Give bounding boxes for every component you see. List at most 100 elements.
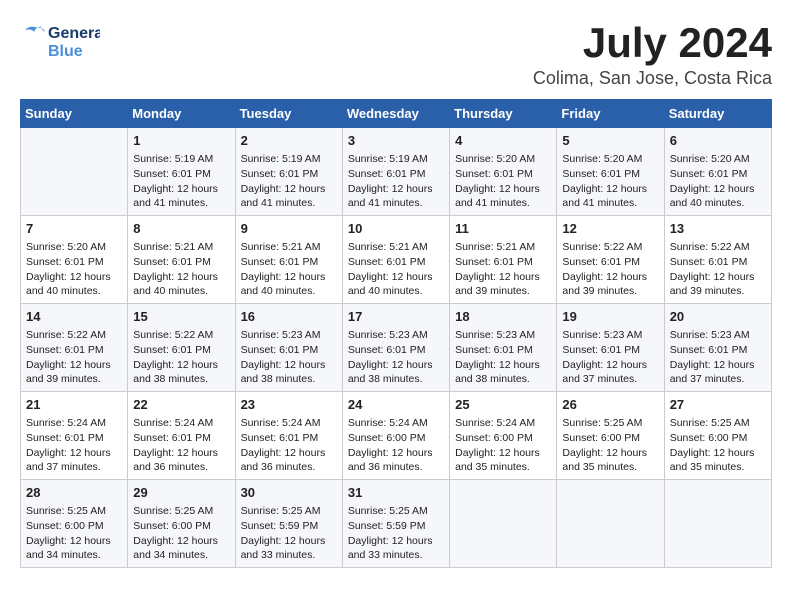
calendar-cell: 29Sunrise: 5:25 AMSunset: 6:00 PMDayligh… <box>128 479 235 567</box>
day-info: Daylight: 12 hours <box>133 358 229 373</box>
day-info: Sunrise: 5:23 AM <box>348 328 444 343</box>
day-info: Daylight: 12 hours <box>455 182 551 197</box>
week-row-3: 14Sunrise: 5:22 AMSunset: 6:01 PMDayligh… <box>21 304 772 392</box>
week-row-2: 7Sunrise: 5:20 AMSunset: 6:01 PMDaylight… <box>21 216 772 304</box>
day-number: 25 <box>455 396 551 414</box>
day-number: 10 <box>348 220 444 238</box>
day-number: 6 <box>670 132 766 150</box>
day-number: 31 <box>348 484 444 502</box>
day-number: 27 <box>670 396 766 414</box>
day-info: Daylight: 12 hours <box>26 446 122 461</box>
day-info: and 41 minutes. <box>348 196 444 211</box>
calendar-cell: 15Sunrise: 5:22 AMSunset: 6:01 PMDayligh… <box>128 304 235 392</box>
day-info: Daylight: 12 hours <box>455 270 551 285</box>
day-info: Sunrise: 5:20 AM <box>562 152 658 167</box>
day-info: Sunrise: 5:25 AM <box>670 416 766 431</box>
day-number: 11 <box>455 220 551 238</box>
day-info: Sunset: 6:01 PM <box>670 343 766 358</box>
calendar-cell: 9Sunrise: 5:21 AMSunset: 6:01 PMDaylight… <box>235 216 342 304</box>
calendar-cell: 20Sunrise: 5:23 AMSunset: 6:01 PMDayligh… <box>664 304 771 392</box>
title-block: July 2024 Colima, San Jose, Costa Rica <box>533 20 772 89</box>
day-info: Sunrise: 5:22 AM <box>133 328 229 343</box>
column-header-thursday: Thursday <box>450 100 557 128</box>
day-info: Daylight: 12 hours <box>562 446 658 461</box>
calendar-cell: 18Sunrise: 5:23 AMSunset: 6:01 PMDayligh… <box>450 304 557 392</box>
calendar-cell <box>664 479 771 567</box>
day-info: Sunrise: 5:24 AM <box>241 416 337 431</box>
day-number: 17 <box>348 308 444 326</box>
logo-svg: GeneralBlue <box>20 20 100 62</box>
day-info: Sunset: 5:59 PM <box>241 519 337 534</box>
day-info: and 36 minutes. <box>241 460 337 475</box>
day-info: and 39 minutes. <box>455 284 551 299</box>
day-info: Sunset: 6:01 PM <box>26 343 122 358</box>
calendar-cell: 26Sunrise: 5:25 AMSunset: 6:00 PMDayligh… <box>557 392 664 480</box>
day-number: 2 <box>241 132 337 150</box>
day-info: Sunset: 6:01 PM <box>348 167 444 182</box>
day-info: Sunset: 6:01 PM <box>670 255 766 270</box>
calendar-cell: 6Sunrise: 5:20 AMSunset: 6:01 PMDaylight… <box>664 128 771 216</box>
calendar-cell: 12Sunrise: 5:22 AMSunset: 6:01 PMDayligh… <box>557 216 664 304</box>
calendar-cell: 5Sunrise: 5:20 AMSunset: 6:01 PMDaylight… <box>557 128 664 216</box>
day-info: and 34 minutes. <box>133 548 229 563</box>
day-info: and 34 minutes. <box>26 548 122 563</box>
day-info: Daylight: 12 hours <box>348 446 444 461</box>
day-info: and 40 minutes. <box>241 284 337 299</box>
calendar-cell: 28Sunrise: 5:25 AMSunset: 6:00 PMDayligh… <box>21 479 128 567</box>
day-info: Sunrise: 5:19 AM <box>348 152 444 167</box>
day-info: Daylight: 12 hours <box>241 446 337 461</box>
day-info: Sunrise: 5:23 AM <box>241 328 337 343</box>
day-number: 9 <box>241 220 337 238</box>
day-number: 13 <box>670 220 766 238</box>
day-info: and 40 minutes. <box>26 284 122 299</box>
svg-text:Blue: Blue <box>48 43 83 60</box>
week-row-4: 21Sunrise: 5:24 AMSunset: 6:01 PMDayligh… <box>21 392 772 480</box>
calendar-cell: 24Sunrise: 5:24 AMSunset: 6:00 PMDayligh… <box>342 392 449 480</box>
day-info: Sunrise: 5:24 AM <box>133 416 229 431</box>
column-header-monday: Monday <box>128 100 235 128</box>
day-info: Sunrise: 5:24 AM <box>348 416 444 431</box>
day-info: Sunrise: 5:25 AM <box>562 416 658 431</box>
day-info: Daylight: 12 hours <box>455 446 551 461</box>
day-info: and 39 minutes. <box>670 284 766 299</box>
column-header-saturday: Saturday <box>664 100 771 128</box>
day-info: and 39 minutes. <box>562 284 658 299</box>
day-info: Sunset: 6:00 PM <box>133 519 229 534</box>
day-info: Sunrise: 5:20 AM <box>670 152 766 167</box>
month-title: July 2024 <box>533 20 772 66</box>
day-info: Daylight: 12 hours <box>241 270 337 285</box>
day-info: Sunset: 6:01 PM <box>133 343 229 358</box>
calendar-cell: 8Sunrise: 5:21 AMSunset: 6:01 PMDaylight… <box>128 216 235 304</box>
day-info: Sunset: 6:01 PM <box>133 255 229 270</box>
day-info: and 41 minutes. <box>455 196 551 211</box>
day-info: Sunset: 6:01 PM <box>26 431 122 446</box>
day-info: Daylight: 12 hours <box>241 358 337 373</box>
day-info: Sunrise: 5:19 AM <box>241 152 337 167</box>
day-info: Sunset: 6:01 PM <box>562 343 658 358</box>
calendar-cell: 16Sunrise: 5:23 AMSunset: 6:01 PMDayligh… <box>235 304 342 392</box>
day-info: Sunset: 6:01 PM <box>241 343 337 358</box>
day-info: Sunrise: 5:20 AM <box>455 152 551 167</box>
day-info: and 36 minutes. <box>348 460 444 475</box>
day-info: Sunrise: 5:23 AM <box>562 328 658 343</box>
calendar-cell: 23Sunrise: 5:24 AMSunset: 6:01 PMDayligh… <box>235 392 342 480</box>
day-info: Sunrise: 5:21 AM <box>133 240 229 255</box>
day-info: Sunrise: 5:23 AM <box>670 328 766 343</box>
day-info: Sunset: 6:01 PM <box>455 343 551 358</box>
day-info: Sunset: 6:01 PM <box>26 255 122 270</box>
day-info: Daylight: 12 hours <box>455 358 551 373</box>
day-info: Sunset: 6:00 PM <box>26 519 122 534</box>
day-info: and 37 minutes. <box>26 460 122 475</box>
calendar-cell: 7Sunrise: 5:20 AMSunset: 6:01 PMDaylight… <box>21 216 128 304</box>
day-info: and 39 minutes. <box>26 372 122 387</box>
day-info: Sunrise: 5:25 AM <box>241 504 337 519</box>
day-info: Sunrise: 5:21 AM <box>241 240 337 255</box>
day-info: Daylight: 12 hours <box>26 358 122 373</box>
day-info: Sunrise: 5:22 AM <box>26 328 122 343</box>
day-info: Daylight: 12 hours <box>562 182 658 197</box>
day-info: Daylight: 12 hours <box>241 182 337 197</box>
day-info: Sunrise: 5:22 AM <box>670 240 766 255</box>
calendar-cell: 19Sunrise: 5:23 AMSunset: 6:01 PMDayligh… <box>557 304 664 392</box>
day-info: and 38 minutes. <box>241 372 337 387</box>
calendar-cell: 3Sunrise: 5:19 AMSunset: 6:01 PMDaylight… <box>342 128 449 216</box>
